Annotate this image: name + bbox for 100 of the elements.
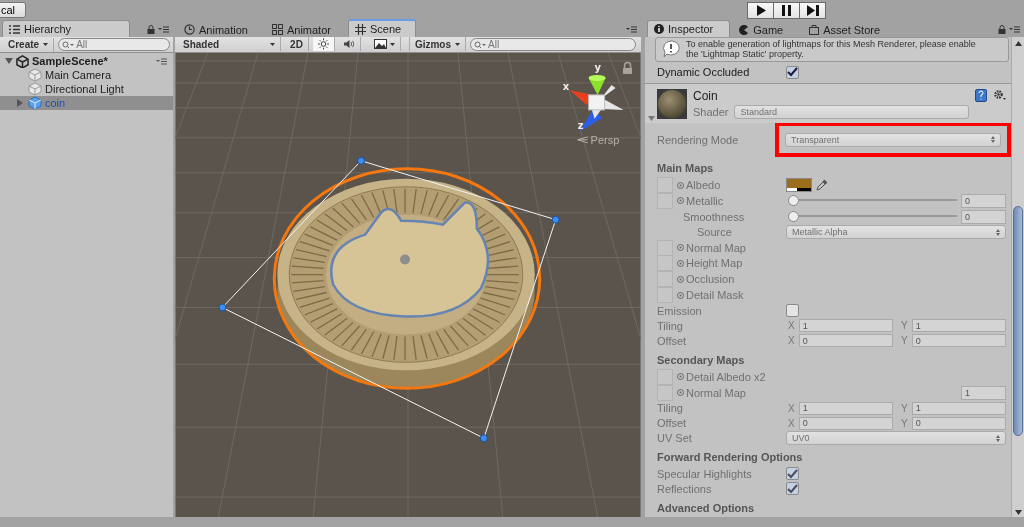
pacman-icon (739, 24, 750, 35)
spinner-arrows-icon (996, 228, 1000, 236)
checkbox[interactable] (786, 467, 799, 481)
help-text: To enable generation of lightmaps for this Mesh Renderer, please enable (686, 39, 976, 50)
hierarchy-item[interactable]: Main Camera (0, 68, 173, 82)
number-field[interactable]: 1 (798, 319, 893, 333)
axis-label: Y (901, 402, 908, 414)
section-header: Main Maps (657, 161, 715, 177)
image-icon (373, 39, 387, 50)
cube-icon (28, 96, 42, 110)
lock-icon[interactable] (147, 25, 155, 34)
step-icon (806, 4, 819, 16)
field-label: Tiling (657, 402, 683, 415)
scroll-thumb[interactable] (1013, 206, 1023, 436)
lighting-toggle[interactable] (312, 37, 335, 52)
number-field[interactable]: 0 (911, 334, 1006, 348)
pause-button[interactable] (773, 1, 801, 19)
clock-icon (184, 24, 195, 35)
foldout-arrow-icon[interactable] (16, 99, 24, 107)
slider-thumb[interactable] (788, 211, 799, 223)
dropdown[interactable]: UV0 (786, 431, 1006, 446)
rendering-mode-dropdown[interactable]: Transparent (785, 132, 1001, 147)
bag-icon (809, 24, 820, 35)
slider-thumb[interactable] (788, 195, 799, 207)
field-label: Offset (657, 334, 687, 347)
field-label: Rendering Mode (657, 133, 740, 146)
number-field[interactable]: 0 (798, 416, 893, 430)
sun-icon (317, 38, 329, 51)
caret-icon (43, 43, 49, 46)
field-label: Detail Albedo x2 (686, 370, 766, 383)
speech-bubble-icon (662, 40, 680, 59)
checkbox[interactable] (786, 304, 799, 318)
panel-tab[interactable]: Scene (347, 19, 417, 37)
number-field[interactable]: 0 (911, 416, 1006, 430)
hierarchy-item[interactable]: Directional Light (0, 82, 173, 96)
play-button[interactable] (747, 1, 775, 19)
item-label: Directional Light (45, 83, 124, 95)
section-header: Forward Rendering Options (657, 450, 804, 466)
number-field[interactable]: 0 (961, 209, 1006, 224)
number-field[interactable]: 0 (798, 334, 893, 348)
grid-icon (354, 23, 366, 35)
foldout-arrow-icon[interactable] (648, 115, 655, 121)
unity-logo-icon (16, 54, 29, 68)
cube-icon (28, 82, 42, 96)
settings-icon[interactable] (993, 89, 1006, 101)
orientation-gizmo[interactable] (569, 74, 624, 132)
scene-row[interactable]: SampleScene* (0, 54, 173, 68)
search-field[interactable]: All (58, 38, 170, 51)
axis-label: X (788, 402, 795, 414)
field-label: Smoothness (683, 210, 745, 223)
checkbox[interactable] (786, 65, 799, 79)
section-header: Secondary Maps (657, 352, 746, 368)
sphere-icon (657, 89, 687, 119)
menu-icon[interactable] (1009, 26, 1020, 33)
number-field[interactable]: 0 (961, 193, 1006, 208)
checkbox[interactable] (786, 482, 799, 496)
2d-toggle[interactable]: 2D (285, 37, 309, 52)
shading-dropdown[interactable]: Shaded (178, 37, 282, 52)
field-label: Albedo (686, 179, 721, 191)
pause-icon (782, 4, 792, 16)
number-field[interactable]: 1 (911, 401, 1006, 415)
create-dropdown[interactable]: Create (3, 37, 55, 52)
panel-tab[interactable]: Inspector (647, 20, 731, 37)
field-label: Offset (657, 417, 687, 430)
nodes-icon (271, 24, 283, 35)
number-field[interactable]: 1 (961, 385, 1006, 400)
rect-tool-gizmo[interactable] (218, 156, 560, 443)
axis-label: X (788, 335, 795, 347)
number-field[interactable]: 1 (798, 401, 893, 415)
projection-label[interactable]: Persp (590, 133, 620, 146)
color-swatch[interactable] (786, 178, 812, 192)
gizmos-dropdown[interactable]: Gizmos (408, 37, 466, 52)
menu-icon[interactable] (626, 26, 637, 33)
info-icon (654, 24, 664, 34)
hierarchy-tab[interactable]: Hierarchy (2, 20, 130, 37)
list-icon (9, 24, 20, 34)
step-button[interactable] (799, 1, 827, 19)
foldout-arrow-icon[interactable] (5, 57, 13, 65)
lock-icon[interactable] (623, 61, 633, 74)
help-book-icon[interactable] (975, 89, 987, 102)
material-name: Coin (693, 89, 719, 103)
scroll-up-icon[interactable] (1014, 41, 1022, 46)
scroll-down-icon[interactable] (1014, 510, 1022, 515)
search-field[interactable]: All (470, 38, 636, 51)
field-label: Source (697, 226, 732, 239)
eyedropper-icon[interactable] (816, 179, 828, 191)
scrollbar[interactable] (1011, 37, 1024, 517)
dropdown[interactable]: Metallic Alpha (786, 225, 1006, 240)
field-label: Occlusion (686, 273, 735, 286)
menu-icon[interactable] (158, 26, 169, 33)
number-field[interactable]: 1 (911, 319, 1006, 333)
spinner-arrows-icon (991, 136, 995, 144)
menu-icon[interactable] (156, 57, 167, 65)
perspective-icon (577, 136, 589, 144)
layout-button[interactable]: cal (0, 2, 27, 18)
play-icon (755, 4, 766, 16)
field-label: Height Map (686, 257, 743, 270)
lock-icon[interactable] (998, 25, 1006, 34)
axis-label: x (562, 80, 570, 92)
axis-label: Y (901, 417, 908, 429)
